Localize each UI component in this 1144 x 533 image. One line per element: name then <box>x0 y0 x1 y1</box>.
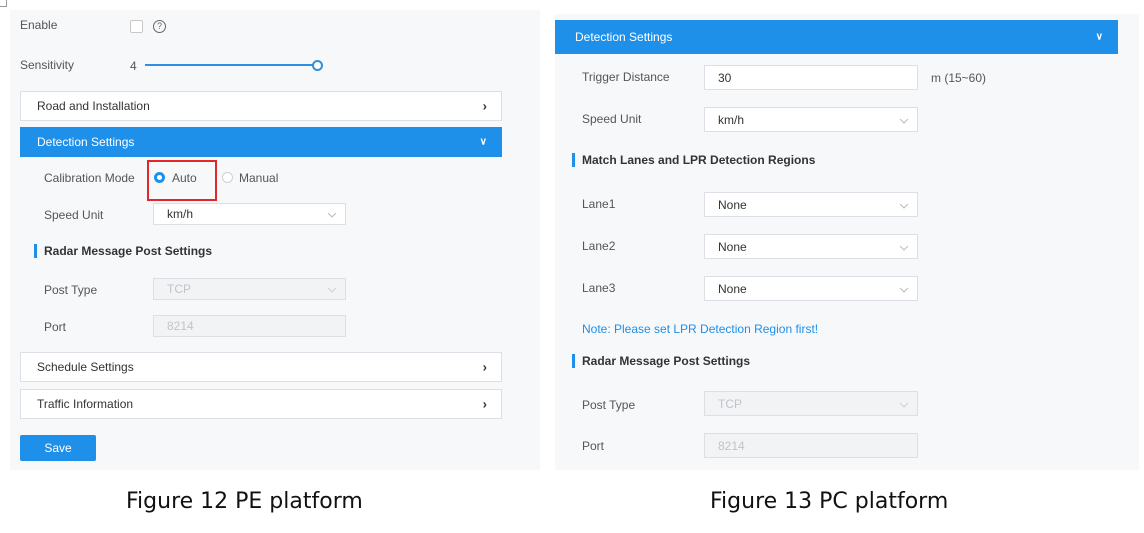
port-label: Port <box>44 320 67 334</box>
chevron-right-icon: › <box>482 98 487 114</box>
lane2-label: Lane2 <box>582 239 616 253</box>
post-type-value: TCP <box>167 282 191 296</box>
lane3-value: None <box>718 281 747 296</box>
enable-checkbox[interactable] <box>130 20 143 33</box>
trigger-distance-input[interactable]: 30 <box>704 65 918 90</box>
chevron-right-icon: › <box>482 359 487 375</box>
chevron-down-icon: ∨ <box>1095 31 1103 43</box>
chevron-right-icon: › <box>482 396 487 412</box>
lane3-label: Lane3 <box>582 281 616 295</box>
speed-unit-select[interactable]: km/h <box>153 203 346 225</box>
sensitivity-label: Sensitivity <box>20 58 75 72</box>
highlight-box <box>147 160 217 201</box>
figure12-caption: Figure 12 PE platform <box>126 489 363 514</box>
post-type-select: TCP <box>704 391 918 416</box>
sensitivity-slider-track[interactable] <box>145 64 315 66</box>
lane1-select[interactable]: None <box>704 192 918 217</box>
lane3-select[interactable]: None <box>704 276 918 301</box>
trigger-distance-label: Trigger Distance <box>582 70 670 84</box>
port-value: 8214 <box>167 319 194 333</box>
chevron-down-icon <box>899 114 909 124</box>
calibration-manual-radio[interactable] <box>222 172 233 183</box>
trigger-distance-range: m (15~60) <box>931 71 987 85</box>
chevron-down-icon: ∨ <box>479 136 487 148</box>
road-installation-title: Road and Installation <box>37 99 150 113</box>
calibration-manual-label: Manual <box>239 171 279 185</box>
port-input: 8214 <box>153 315 346 337</box>
figure13-caption: Figure 13 PC platform <box>710 489 949 514</box>
lpr-note: Note: Please set LPR Detection Region fi… <box>582 322 819 336</box>
lane1-label: Lane1 <box>582 197 616 211</box>
chevron-down-icon <box>899 283 909 293</box>
corner-mark <box>0 0 7 7</box>
match-lanes-section-title: Match Lanes and LPR Detection Regions <box>572 153 815 167</box>
detection-settings-panel[interactable]: Detection Settings ∨ <box>20 127 502 157</box>
port-label: Port <box>582 439 605 453</box>
chevron-down-icon <box>899 241 909 251</box>
speed-unit-select[interactable]: km/h <box>704 107 918 132</box>
port-value: 8214 <box>718 438 745 453</box>
post-type-label: Post Type <box>582 398 636 412</box>
schedule-settings-panel[interactable]: Schedule Settings › <box>20 352 502 382</box>
port-input: 8214 <box>704 433 918 458</box>
enable-label: Enable <box>20 18 58 32</box>
chevron-down-icon <box>327 209 337 218</box>
lane2-value: None <box>718 239 747 254</box>
pe-settings-panel: Enable ? Sensitivity 4 Road and Installa… <box>10 10 540 470</box>
speed-unit-label: Speed Unit <box>582 112 642 126</box>
sensitivity-value: 4 <box>130 59 137 73</box>
lane1-value: None <box>718 197 747 212</box>
post-type-select: TCP <box>153 278 346 300</box>
speed-unit-label: Speed Unit <box>44 208 104 222</box>
lane2-select[interactable]: None <box>704 234 918 259</box>
speed-unit-value: km/h <box>718 112 745 127</box>
pc-settings-panel: Detection Settings ∨ Trigger Distance 30… <box>555 14 1139 470</box>
chevron-down-icon <box>899 398 909 408</box>
traffic-information-panel[interactable]: Traffic Information › <box>20 389 502 419</box>
detection-settings-title: Detection Settings <box>575 30 673 44</box>
radar-message-section-title: Radar Message Post Settings <box>572 354 750 368</box>
help-icon[interactable]: ? <box>153 20 166 33</box>
calibration-mode-label: Calibration Mode <box>44 171 135 185</box>
detection-settings-panel[interactable]: Detection Settings ∨ <box>555 20 1118 54</box>
post-type-value: TCP <box>718 396 742 411</box>
save-button[interactable]: Save <box>20 435 96 461</box>
chevron-down-icon <box>899 199 909 209</box>
chevron-down-icon <box>327 284 337 293</box>
speed-unit-value: km/h <box>167 207 194 221</box>
road-installation-panel[interactable]: Road and Installation › <box>20 91 502 121</box>
trigger-distance-value: 30 <box>718 70 732 85</box>
traffic-information-title: Traffic Information <box>37 397 134 411</box>
sensitivity-slider-thumb[interactable] <box>312 60 323 71</box>
detection-settings-title: Detection Settings <box>37 135 135 149</box>
schedule-settings-title: Schedule Settings <box>37 360 134 374</box>
post-type-label: Post Type <box>44 283 98 297</box>
radar-message-section-title: Radar Message Post Settings <box>34 244 212 258</box>
